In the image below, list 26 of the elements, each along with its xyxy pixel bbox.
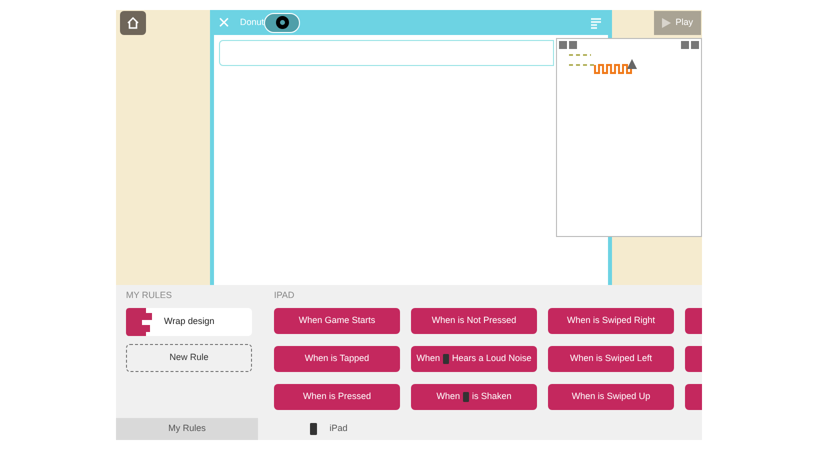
bottom-tab[interactable]: My Rules xyxy=(116,418,258,440)
phone-icon xyxy=(442,354,449,364)
trigger-button[interactable]: When Hears a Loud Noise xyxy=(411,346,537,372)
object-name: Donut xyxy=(240,16,264,29)
trigger-button[interactable]: When is Swiped Left xyxy=(548,346,674,372)
trigger-button[interactable]: When is Shaken xyxy=(411,384,537,410)
trigger-button[interactable]: When is Pressed xyxy=(274,384,400,410)
new-rule-button[interactable]: New Rule xyxy=(126,344,252,372)
donut-thumbnail[interactable] xyxy=(264,12,300,32)
trigger-button[interactable]: When is Not Pressed xyxy=(411,308,537,334)
input-field[interactable] xyxy=(219,40,554,66)
trigger-button[interactable]: When Game Starts xyxy=(274,308,400,334)
play-icon xyxy=(662,18,672,28)
rule-card[interactable]: Wrap design xyxy=(126,308,252,336)
home-button[interactable] xyxy=(120,11,146,35)
trigger-button[interactable]: When is Tapped xyxy=(274,346,400,372)
list-icon[interactable] xyxy=(590,16,602,28)
rule-icon xyxy=(126,308,152,336)
rule-name: Wrap design xyxy=(164,315,214,328)
trigger-button[interactable]: When is Swiped Right xyxy=(548,308,674,334)
bottom-tab[interactable]: iPad xyxy=(258,418,400,440)
section-heading: MY RULES xyxy=(126,289,173,302)
phone-icon xyxy=(310,423,318,435)
trigger-button[interactable]: When is Swiped Up xyxy=(548,384,674,410)
phone-icon xyxy=(462,392,469,402)
section-heading: IPAD xyxy=(274,289,296,302)
